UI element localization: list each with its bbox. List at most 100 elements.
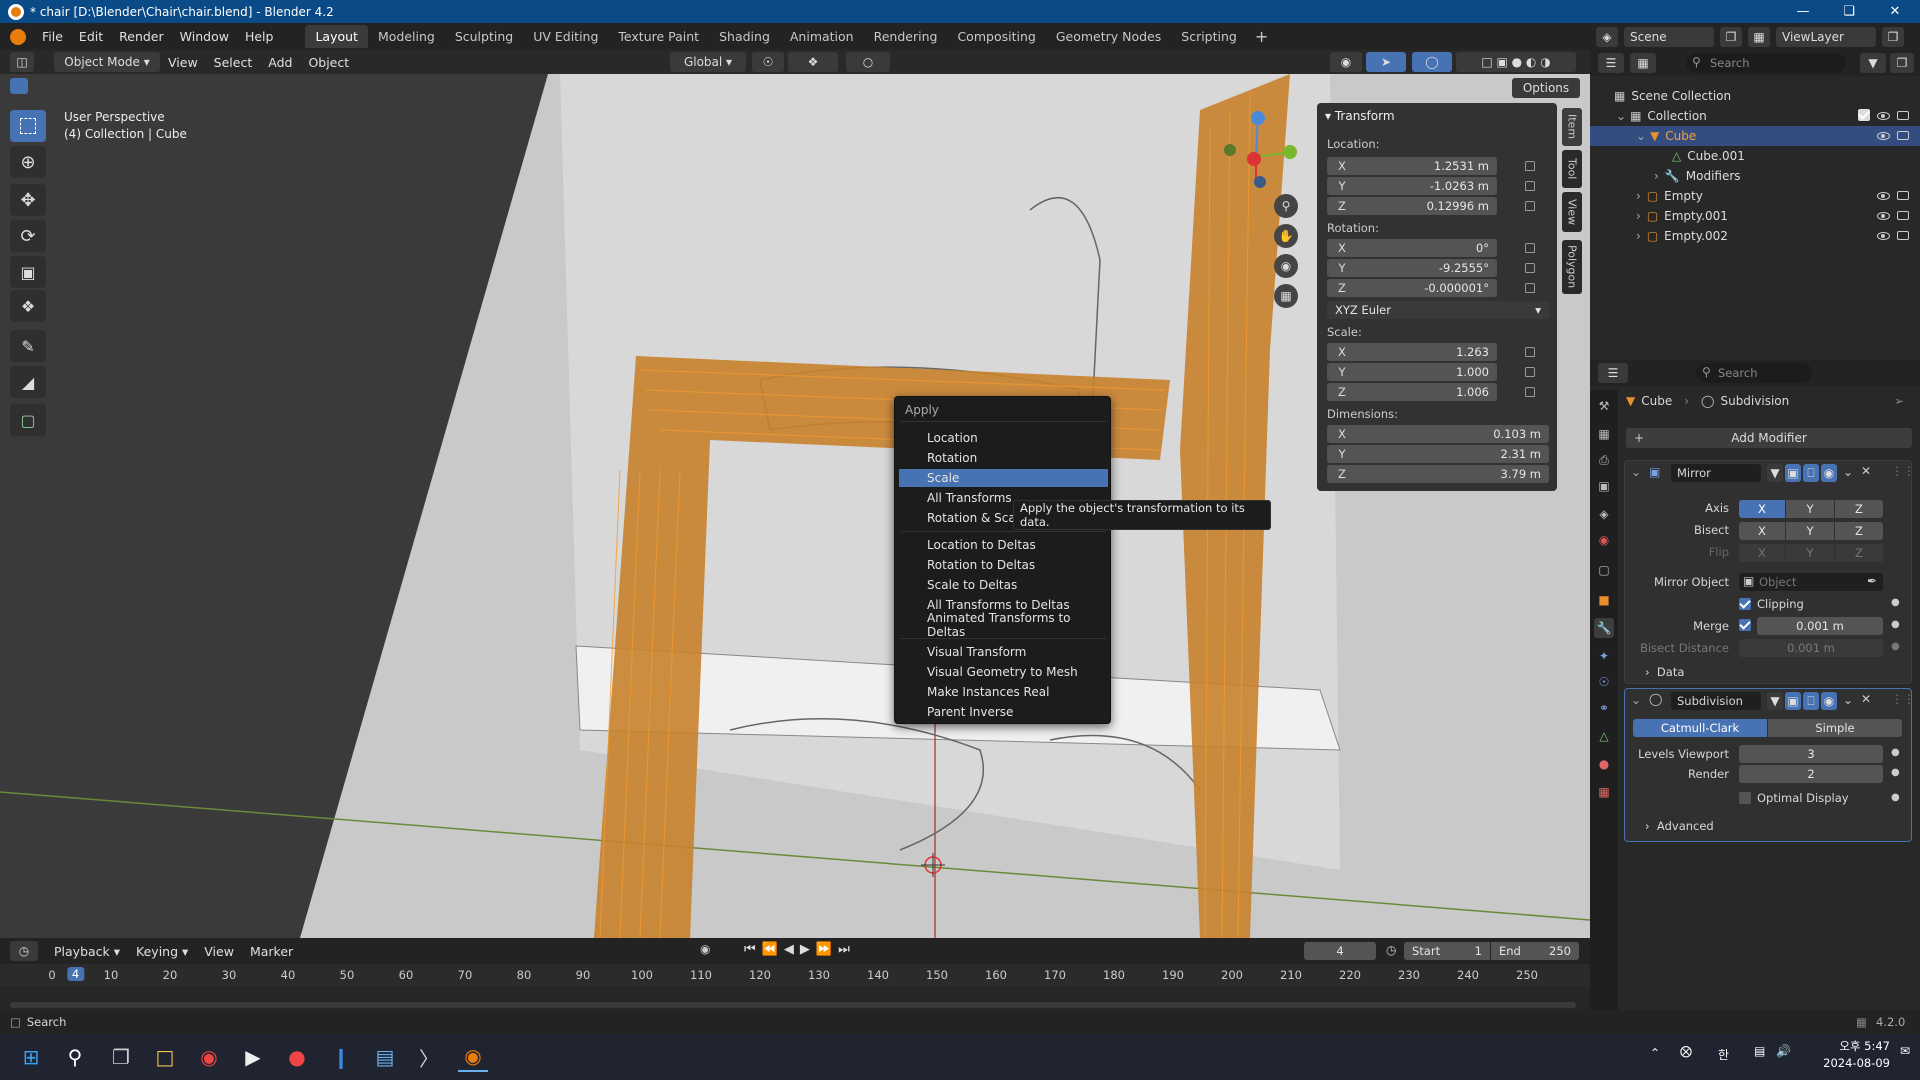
viewport-menu-object[interactable]: Object bbox=[300, 55, 357, 70]
outliner-row[interactable]: › ▢ Empty.002 bbox=[1590, 226, 1920, 246]
scale-tool[interactable]: ▣ bbox=[10, 256, 46, 288]
dimensions-y-field[interactable]: Y 2.31 m bbox=[1327, 445, 1549, 463]
perspective-toggle-icon[interactable]: ▦ bbox=[1274, 284, 1298, 308]
location-y-field[interactable]: Y -1.0263 m bbox=[1327, 177, 1497, 195]
collection-tab-icon[interactable]: ▢ bbox=[1594, 560, 1614, 580]
new-viewlayer-icon[interactable]: ❐ bbox=[1882, 26, 1904, 47]
transform-tool[interactable]: ❖ bbox=[10, 290, 46, 322]
viewport-display-icon[interactable]: ⎕ bbox=[1803, 692, 1819, 710]
world-tab-icon[interactable]: ◉ bbox=[1594, 530, 1614, 550]
bisect-z-toggle[interactable]: Z bbox=[1835, 522, 1883, 540]
chrome-icon[interactable]: ◉ bbox=[194, 1042, 224, 1072]
outliner-row[interactable]: △ Cube.001 bbox=[1590, 146, 1920, 166]
modifier-tab-icon[interactable]: 🔧 bbox=[1594, 618, 1614, 638]
select-box-tool[interactable] bbox=[10, 110, 46, 142]
filter-icon[interactable]: ▼ bbox=[1860, 53, 1886, 73]
cursor-tool[interactable]: ⊕ bbox=[10, 146, 46, 178]
add-cube-tool[interactable]: ▢ bbox=[10, 404, 46, 436]
outliner-row[interactable]: ▦ Scene Collection bbox=[1590, 86, 1920, 106]
keyframe-dot-icon[interactable]: ● bbox=[1891, 767, 1900, 778]
annotate-tool[interactable]: ✎ bbox=[10, 330, 46, 362]
camera-icon[interactable] bbox=[1897, 129, 1909, 143]
flip-x-toggle[interactable]: X bbox=[1739, 544, 1785, 562]
scene-tab-icon[interactable]: ◈ bbox=[1594, 504, 1614, 524]
menu-render[interactable]: Render bbox=[111, 29, 172, 44]
close-icon[interactable]: ✕ bbox=[1872, 0, 1918, 23]
outliner-editor-type-icon[interactable]: ☰ bbox=[1598, 53, 1624, 73]
new-collection-icon[interactable]: ❐ bbox=[1890, 53, 1914, 73]
recorder-icon[interactable]: ● bbox=[282, 1042, 312, 1072]
keyframe-dot-icon[interactable]: ● bbox=[1891, 792, 1900, 803]
zoom-icon[interactable]: ⚲ bbox=[1274, 194, 1298, 218]
drag-handle-icon[interactable]: ⋮⋮ bbox=[1891, 692, 1915, 706]
blender-menu-icon[interactable] bbox=[10, 28, 26, 45]
volume-icon[interactable]: 🔊 bbox=[1776, 1044, 1791, 1058]
menu-item-visual-transform[interactable]: Visual Transform bbox=[899, 643, 1108, 661]
transform-orientation-dropdown[interactable]: Global ▾ bbox=[670, 52, 746, 72]
tab-sculpting[interactable]: Sculpting bbox=[445, 25, 523, 48]
clock-icon[interactable]: ◷ bbox=[1386, 943, 1396, 957]
lock-icon[interactable] bbox=[1525, 201, 1535, 211]
mirror-object-field[interactable]: Object bbox=[1739, 573, 1883, 591]
menu-file[interactable]: File bbox=[34, 29, 71, 44]
menu-item-rotation[interactable]: Rotation bbox=[899, 449, 1108, 467]
viewport-menu-select[interactable]: Select bbox=[206, 55, 261, 70]
flip-z-toggle[interactable]: Z bbox=[1835, 544, 1883, 562]
rotation-x-field[interactable]: X 0° bbox=[1327, 239, 1497, 257]
view-layer-tab-icon[interactable]: ▣ bbox=[1594, 476, 1614, 496]
camera-icon[interactable] bbox=[1897, 189, 1909, 203]
viewport-display-icon[interactable]: ⎕ bbox=[1803, 464, 1819, 482]
viewport-menu-view[interactable]: View bbox=[160, 55, 206, 70]
terminal-icon[interactable]: 〉 bbox=[414, 1042, 444, 1072]
lock-icon[interactable] bbox=[1525, 243, 1535, 253]
properties-editor-type-icon[interactable]: ☰ bbox=[1598, 363, 1628, 383]
add-workspace-icon[interactable]: + bbox=[1247, 27, 1276, 46]
edit-mode-icon[interactable]: ▣ bbox=[1785, 692, 1801, 710]
flip-y-toggle[interactable]: Y bbox=[1786, 544, 1834, 562]
particles-tab-icon[interactable]: ✦ bbox=[1594, 646, 1614, 666]
camera-icon[interactable] bbox=[1897, 209, 1909, 223]
menu-item-scale-to-deltas[interactable]: Scale to Deltas bbox=[899, 576, 1108, 594]
tab-compositing[interactable]: Compositing bbox=[947, 25, 1045, 48]
menu-item-rotation-to-deltas[interactable]: Rotation to Deltas bbox=[899, 556, 1108, 574]
outliner-row[interactable]: › 🔧 Modifiers bbox=[1590, 166, 1920, 186]
dimensions-z-field[interactable]: Z 3.79 m bbox=[1327, 465, 1549, 483]
scene-name-field[interactable]: Scene bbox=[1624, 26, 1714, 47]
tray-date[interactable]: 2024-08-09 bbox=[1800, 1056, 1890, 1070]
add-modifier-button[interactable]: + Add Modifier bbox=[1626, 428, 1912, 448]
eye-icon[interactable] bbox=[1877, 189, 1890, 203]
edit-cage-icon[interactable]: ▼ bbox=[1767, 692, 1783, 710]
lock-icon[interactable] bbox=[1525, 263, 1535, 273]
ime-indicator[interactable]: 한 bbox=[1718, 1046, 1729, 1063]
render-tab-icon[interactable]: ▦ bbox=[1594, 424, 1614, 444]
tab-layout[interactable]: Layout bbox=[305, 25, 368, 48]
outliner-row[interactable]: ⌄ ▦ Collection bbox=[1590, 106, 1920, 126]
play-icon[interactable]: ▶ bbox=[800, 942, 810, 957]
timeline-editor-type-icon[interactable]: ◷ bbox=[10, 941, 38, 961]
tool-tab-icon[interactable]: ⚒ bbox=[1594, 396, 1614, 416]
tab-shading[interactable]: Shading bbox=[709, 25, 780, 48]
levels-viewport-field[interactable]: 3 bbox=[1739, 745, 1883, 763]
jump-keyframe-forward-icon[interactable]: ⏩ bbox=[816, 942, 832, 957]
bisect-y-toggle[interactable]: Y bbox=[1786, 522, 1834, 540]
eye-icon[interactable] bbox=[1877, 109, 1890, 123]
merge-distance-field[interactable]: 0.001 m bbox=[1757, 617, 1883, 635]
data-tab-icon[interactable]: △ bbox=[1594, 726, 1614, 746]
current-frame-field[interactable]: 4 bbox=[1304, 942, 1376, 960]
edit-cage-icon[interactable]: ▼ bbox=[1767, 464, 1783, 482]
scale-z-field[interactable]: Z 1.006 bbox=[1327, 383, 1497, 401]
visibility-icon[interactable]: ◉ bbox=[1330, 52, 1362, 72]
keyframe-dot-icon[interactable]: ● bbox=[1891, 641, 1900, 652]
keyframe-dot-icon[interactable]: ● bbox=[1891, 619, 1900, 630]
lock-icon[interactable] bbox=[1525, 387, 1535, 397]
lock-icon[interactable] bbox=[1525, 347, 1535, 357]
end-frame-field[interactable]: End 250 bbox=[1491, 942, 1579, 960]
play-reverse-icon[interactable]: ◀ bbox=[784, 942, 794, 957]
vscode-icon[interactable]: ❙ bbox=[326, 1042, 356, 1072]
minimize-icon[interactable]: — bbox=[1780, 0, 1826, 23]
mirror-name-field[interactable]: Mirror bbox=[1671, 464, 1761, 482]
notification-icon[interactable]: ✉ bbox=[1900, 1044, 1910, 1058]
network-icon[interactable]: ▤ bbox=[1754, 1044, 1765, 1058]
options-button[interactable]: Options bbox=[1512, 78, 1580, 98]
tab-geometry-nodes[interactable]: Geometry Nodes bbox=[1046, 25, 1171, 48]
